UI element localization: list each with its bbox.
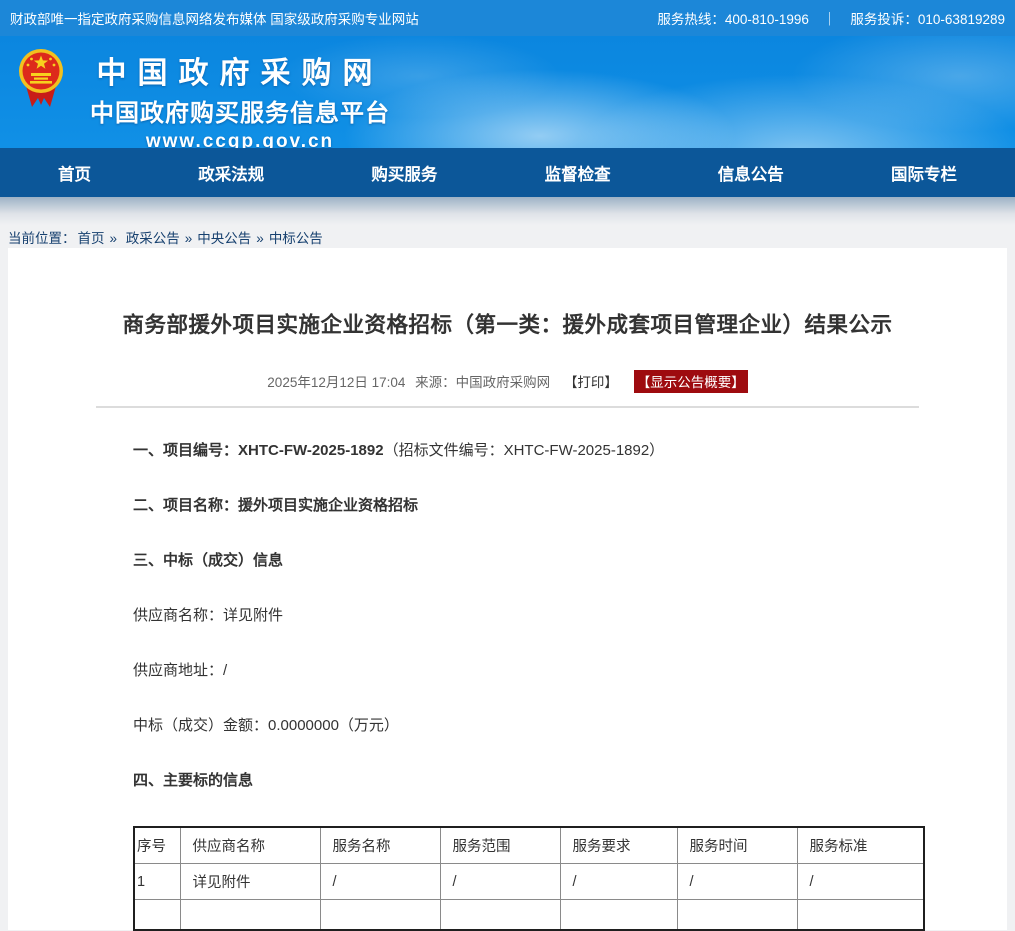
table-cell: / <box>677 864 797 900</box>
source-label: 来源：中国政府采购网 <box>415 375 550 390</box>
table-cell <box>440 900 560 930</box>
award-amount: 中标（成交）金额：0.0000000（万元） <box>133 716 1007 736</box>
nav-shadow-gradient <box>0 197 1015 225</box>
table-cell: / <box>320 864 440 900</box>
table-header-cell: 服务名称 <box>320 827 440 864</box>
page-title: 商务部援外项目实施企业资格招标（第一类：援外成套项目管理企业）结果公示 <box>38 308 977 339</box>
table-cell <box>677 900 797 930</box>
article-meta: 2025年12月12日 17:04 来源：中国政府采购网 【打印】 【显示公告概… <box>8 370 1007 393</box>
site-name[interactable]: 中国政府采购网 <box>74 48 406 92</box>
table-cell: 详见附件 <box>180 864 320 900</box>
topbar-divider: ｜ <box>823 8 837 28</box>
breadcrumb-separator: » <box>185 231 193 246</box>
content-panel: 商务部援外项目实施企业资格招标（第一类：援外成套项目管理企业）结果公示 2025… <box>8 248 1007 930</box>
show-summary-button[interactable]: 【显示公告概要】 <box>634 370 748 393</box>
supplier-name: 供应商名称：详见附件 <box>133 606 1007 626</box>
bid-items-table: 序号 供应商名称 服务名称 服务范围 服务要求 服务时间 服务标准 1 详见附件… <box>133 826 925 931</box>
main-nav: 首页 政采法规 购买服务 监督检查 信息公告 国际专栏 <box>0 148 1015 197</box>
table-cell <box>320 900 440 930</box>
table-header-cell: 服务标准 <box>797 827 924 864</box>
table-cell: 1 <box>134 864 180 900</box>
site-subtitle: 中国政府购买服务信息平台 <box>74 93 406 128</box>
table-header-cell: 服务要求 <box>560 827 677 864</box>
service-complaint: 服务投诉：010-63819289 <box>850 8 1005 28</box>
topbar: 财政部唯一指定政府采购信息网络发布媒体 国家级政府采购专业网站 服务热线：400… <box>0 0 1015 36</box>
nav-item-home[interactable]: 首页 <box>58 161 91 185</box>
breadcrumb-prefix: 当前位置： <box>8 231 76 246</box>
section-project-number: 一、项目编号：XHTC-FW-2025-1892（招标文件编号：XHTC-FW-… <box>133 441 1007 461</box>
breadcrumb-award-notices[interactable]: 中标公告 <box>269 231 323 246</box>
breadcrumb-separator: » <box>110 231 118 246</box>
section-main-subject-info: 四、主要标的信息 <box>133 771 1007 791</box>
site-url[interactable]: www.ccgp.gov.cn <box>74 131 406 148</box>
national-emblem-icon <box>18 48 64 112</box>
section-project-name: 二、项目名称：援外项目实施企业资格招标 <box>133 496 1007 516</box>
nav-item-supervision[interactable]: 监督检查 <box>545 161 611 185</box>
meta-divider <box>96 406 919 408</box>
table-cell <box>797 900 924 930</box>
table-cell: / <box>440 864 560 900</box>
table-cell: / <box>797 864 924 900</box>
table-cell <box>180 900 320 930</box>
table-row: 1 详见附件 / / / / / <box>134 864 924 900</box>
nav-item-buy-services[interactable]: 购买服务 <box>371 161 437 185</box>
publish-datetime: 2025年12月12日 17:04 <box>267 375 405 390</box>
table-header-cell: 供应商名称 <box>180 827 320 864</box>
print-button[interactable]: 【打印】 <box>564 375 618 390</box>
table-cell: / <box>560 864 677 900</box>
breadcrumb-separator: » <box>256 231 264 246</box>
breadcrumb-central-notices[interactable]: 中央公告 <box>197 231 251 246</box>
table-header-cell: 服务范围 <box>440 827 560 864</box>
service-hotline: 服务热线：400-810-1996 <box>657 8 809 28</box>
article-body: 一、项目编号：XHTC-FW-2025-1892（招标文件编号：XHTC-FW-… <box>133 441 1007 931</box>
table-cell <box>134 900 180 930</box>
table-header-cell: 序号 <box>134 827 180 864</box>
table-header-row: 序号 供应商名称 服务名称 服务范围 服务要求 服务时间 服务标准 <box>134 827 924 864</box>
breadcrumb: 当前位置：首页 » 政采公告 » 中央公告 » 中标公告 <box>8 227 328 247</box>
table-row <box>134 900 924 930</box>
table-cell <box>560 900 677 930</box>
table-header-cell: 服务时间 <box>677 827 797 864</box>
breadcrumb-home[interactable]: 首页 <box>78 231 105 246</box>
nav-item-announcements[interactable]: 信息公告 <box>718 161 784 185</box>
topbar-slogan: 财政部唯一指定政府采购信息网络发布媒体 国家级政府采购专业网站 <box>10 8 419 28</box>
breadcrumb-procurement-notices[interactable]: 政采公告 <box>126 231 180 246</box>
nav-item-regulations[interactable]: 政采法规 <box>198 161 264 185</box>
nav-item-international[interactable]: 国际专栏 <box>891 161 957 185</box>
supplier-address: 供应商地址：/ <box>133 661 1007 681</box>
site-banner: 中国政府采购网 中国政府购买服务信息平台 www.ccgp.gov.cn <box>0 36 1015 148</box>
section-award-info: 三、中标（成交）信息 <box>133 551 1007 571</box>
